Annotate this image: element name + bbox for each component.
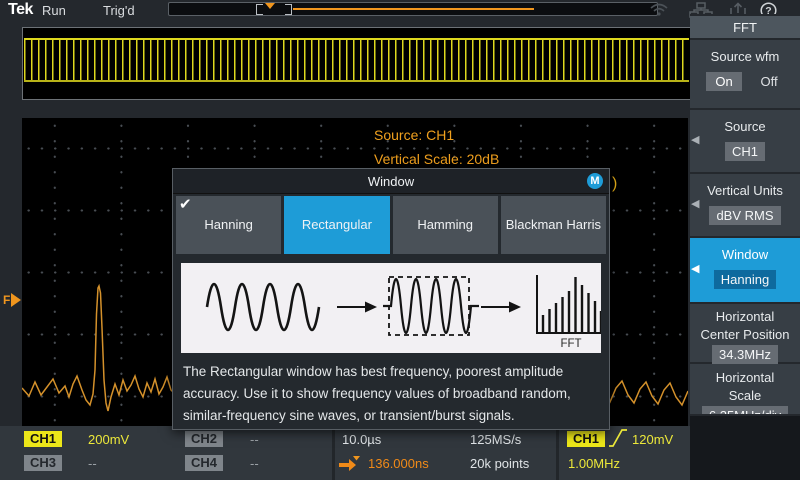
record-length-readout: 20k points	[470, 456, 529, 471]
source-wfm-on-button[interactable]: On	[706, 72, 741, 91]
trigger-frequency-readout: 1.00MHz	[568, 456, 620, 471]
fft-scale-annotation: Vertical Scale: 20dB	[374, 151, 499, 167]
check-icon: ✔	[179, 196, 192, 214]
statusbar-divider	[556, 426, 559, 480]
window-illustration: FFT	[181, 263, 601, 353]
horizontal-center-value[interactable]: 34.3MHz	[712, 345, 778, 364]
source-wfm-off-button[interactable]: Off	[754, 72, 783, 91]
horizontal-scale-readout[interactable]: 10.0µs	[342, 432, 381, 447]
fft-side-menu: FFT Source wfm On Off ◀ Source CH1 ◀ Ver…	[690, 14, 800, 480]
top-bar: Tek Run Trig'd	[0, 0, 800, 20]
ch4-badge[interactable]: CH4	[185, 455, 223, 471]
section-window[interactable]: ◀ Window Hanning	[690, 238, 800, 302]
waveform-overview-strip[interactable]	[22, 27, 691, 100]
ch1-scale-readout: 200mV	[88, 432, 129, 447]
trigger-position-marker[interactable]	[265, 3, 275, 9]
dialog-title: Window	[368, 174, 414, 189]
dialog-title-bar[interactable]: Window M	[173, 169, 609, 194]
wifi-icon[interactable]	[649, 2, 669, 17]
ch2-badge[interactable]: CH2	[185, 431, 223, 447]
fft-channel-marker[interactable]: F	[3, 293, 21, 307]
window-value[interactable]: Hanning	[714, 270, 776, 289]
tab-hanning[interactable]: ✔ Hanning	[176, 196, 281, 254]
zoom-bracket-left[interactable]	[256, 4, 263, 15]
expand-left-icon[interactable]: ◀	[691, 133, 699, 146]
vertical-units-value[interactable]: dBV RMS	[709, 206, 780, 225]
record-view-line	[293, 8, 534, 10]
fft-caption: FFT	[560, 338, 581, 350]
trigger-status: Trig'd	[103, 3, 135, 18]
zoom-bracket-right[interactable]	[285, 4, 292, 15]
ch3-scale-readout: --	[88, 456, 97, 471]
fft-bars-icon	[543, 277, 601, 333]
trigger-slope-icon	[608, 427, 628, 449]
sample-rate-readout: 125MS/s	[470, 432, 521, 447]
trigger-source-badge[interactable]: CH1	[567, 431, 605, 447]
trigger-level-readout: 120mV	[632, 432, 673, 447]
sidebar-empty-area	[690, 414, 800, 480]
tab-hamming[interactable]: Hamming	[393, 196, 498, 254]
status-bar: CH1 200mV CH2 -- CH3 -- CH4 -- 10.0µs 12…	[0, 426, 690, 480]
fft-menu-header: FFT	[690, 16, 800, 38]
window-dialog: Window M ✔ Hanning Rectangular Hamming B…	[172, 168, 610, 430]
acquisition-status: Run	[42, 3, 66, 18]
horizontal-position-bar[interactable]	[168, 2, 658, 16]
ch1-overview-waveform	[24, 38, 689, 82]
section-source[interactable]: ◀ Source CH1	[690, 110, 800, 172]
oscilloscope-screen: Tek Run Trig'd	[0, 0, 800, 480]
section-source-wfm[interactable]: Source wfm On Off	[690, 40, 800, 108]
window-description: The Rectangular window has best frequenc…	[183, 361, 601, 427]
marker-triangle-icon	[11, 293, 21, 307]
ch3-badge[interactable]: CH3	[24, 455, 62, 471]
expand-left-icon[interactable]: ◀	[691, 262, 699, 275]
window-tab-row: ✔ Hanning Rectangular Hamming Blackman H…	[176, 196, 606, 254]
sine-wave-icon	[207, 284, 319, 330]
ch4-scale-readout: --	[250, 456, 259, 471]
clipped-annotation-fragment: )	[612, 175, 617, 193]
section-vertical-units[interactable]: ◀ Vertical Units dBV RMS	[690, 174, 800, 236]
tab-blackman-harris[interactable]: Blackman Harris	[501, 196, 606, 254]
horizontal-position-readout[interactable]: 136.000ns	[368, 456, 429, 471]
menu-badge-icon[interactable]: M	[587, 173, 603, 189]
statusbar-divider	[332, 426, 335, 480]
ch2-scale-readout: --	[250, 432, 259, 447]
section-horizontal-center[interactable]: Horizontal Center Position 34.3MHz	[690, 304, 800, 362]
expand-left-icon[interactable]: ◀	[691, 197, 699, 210]
ch1-badge[interactable]: CH1	[24, 431, 62, 447]
tab-rectangular[interactable]: Rectangular	[284, 196, 389, 254]
trigger-position-icon	[338, 455, 362, 472]
fft-source-annotation: Source: CH1	[374, 127, 454, 143]
source-value[interactable]: CH1	[725, 142, 765, 161]
tek-logo: Tek	[8, 1, 33, 19]
